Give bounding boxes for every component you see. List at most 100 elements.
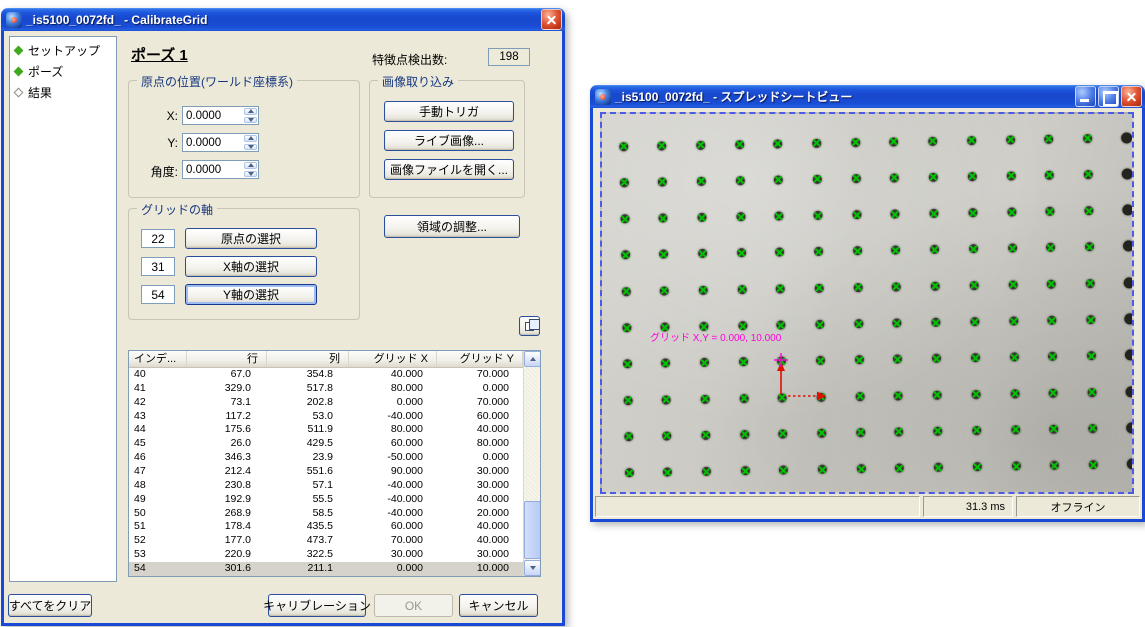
open-image-file-button[interactable]: 画像ファイルを開く... (384, 159, 514, 180)
tree-item[interactable]: ポーズ (12, 61, 114, 82)
title-bar[interactable]: _is5100_0072fd_ - CalibrateGrid (1, 8, 565, 31)
dot-marker-icon (661, 359, 670, 368)
table-row[interactable]: 52177.0473.770.00040.000 (129, 534, 540, 548)
table-row[interactable]: 53220.9322.530.00030.000 (129, 548, 540, 562)
clear-all-button[interactable]: すべてをクリア (8, 594, 92, 617)
dot-marker-icon (697, 213, 706, 222)
table-row[interactable]: 54301.6211.10.00010.000 (129, 562, 540, 576)
dot-marker-icon (969, 244, 978, 253)
grid-dot (702, 467, 711, 476)
spin-up-button[interactable] (244, 162, 257, 169)
grid-dot (968, 172, 977, 181)
window-title: _is5100_0072fd_ - CalibrateGrid (22, 13, 539, 27)
dot-marker-icon (1006, 135, 1015, 144)
dot-marker-icon (773, 139, 782, 148)
copy-table-button[interactable] (519, 316, 540, 336)
table-row[interactable]: 49192.955.5-40.00040.000 (129, 493, 540, 507)
dot-marker-icon (740, 430, 749, 439)
table-cell: 49 (129, 493, 187, 507)
dot-marker-icon (1047, 316, 1056, 325)
grid-dot (853, 283, 862, 292)
column-header-grid-y[interactable]: グリッド Y (437, 351, 523, 367)
grid-dot (852, 210, 861, 219)
table-cell: 30.000 (349, 548, 437, 562)
maximize-button[interactable] (1098, 86, 1119, 107)
spin-down-button[interactable] (244, 117, 257, 124)
dot-marker-icon (853, 283, 862, 292)
tree-item[interactable]: 結果 (12, 82, 114, 103)
calibration-image[interactable]: グリッド X,Y = 0.000, 10.000 (600, 112, 1134, 494)
column-header-row[interactable]: 行 (187, 351, 267, 367)
table-row[interactable]: 4273.1202.80.00070.000 (129, 396, 540, 410)
dot-marker-icon (1009, 353, 1018, 362)
grid-dot (1087, 351, 1096, 360)
grid-dot (1010, 389, 1019, 398)
spin-down-button[interactable] (244, 171, 257, 178)
title-bar[interactable]: _is5100_0072fd_ - スプレッドシートビュー (590, 85, 1145, 108)
dot-marker-icon (892, 282, 901, 291)
y-input[interactable] (182, 133, 244, 152)
column-header-col[interactable]: 列 (267, 351, 349, 367)
close-button[interactable] (1121, 86, 1142, 107)
table-row[interactable]: 51178.4435.560.00040.000 (129, 520, 540, 534)
dot-marker-icon (659, 250, 668, 259)
table-row[interactable]: 46346.323.9-50.0000.000 (129, 451, 540, 465)
table-row[interactable]: 48230.857.1-40.00030.000 (129, 479, 540, 493)
cancel-button[interactable]: キャンセル (459, 594, 538, 617)
dot-marker-icon (1086, 315, 1095, 324)
spin-down-button[interactable] (244, 144, 257, 151)
calibration-button[interactable]: キャリブレーション (268, 594, 366, 617)
table-row[interactable]: 50268.958.5-40.00020.000 (129, 507, 540, 521)
spin-up-button[interactable] (244, 135, 257, 142)
dot-marker-icon (971, 353, 980, 362)
table-cell: 511.9 (267, 423, 349, 437)
grid-dot (891, 246, 900, 255)
table-cell: 40.000 (437, 534, 523, 548)
adjust-region-button[interactable]: 領域の調整... (384, 215, 520, 238)
live-image-button[interactable]: ライブ画像... (384, 130, 514, 151)
table-cell: 43 (129, 410, 187, 424)
table-scrollbar[interactable] (523, 351, 540, 576)
spin-up-button[interactable] (244, 108, 257, 115)
scroll-up-button[interactable] (524, 351, 541, 367)
table-row[interactable]: 44175.6511.980.00040.000 (129, 423, 540, 437)
ok-button[interactable]: OK (374, 594, 453, 617)
grid-dot (929, 173, 938, 182)
dot-marker-icon (697, 177, 706, 186)
dot-marker-icon (663, 468, 672, 477)
grid-dot (853, 246, 862, 255)
dot-marker-icon (1048, 352, 1057, 361)
column-header-index[interactable]: インデ... (129, 351, 187, 367)
minimize-button[interactable] (1075, 86, 1096, 107)
table-row[interactable]: 4526.0429.560.00080.000 (129, 437, 540, 451)
points-table-body: 4067.0354.840.00070.00041329.0517.880.00… (129, 368, 540, 576)
dot-marker-icon (890, 173, 899, 182)
grid-dot (736, 212, 745, 221)
table-row[interactable]: 41329.0517.880.0000.000 (129, 382, 540, 396)
close-button[interactable] (541, 9, 562, 30)
table-cell: 80.000 (349, 423, 437, 437)
grid-dot (851, 138, 860, 147)
scroll-down-button[interactable] (524, 560, 541, 576)
select-y-axis-button[interactable]: Y軸の選択 (185, 284, 317, 305)
grid-xy-annotation: グリッド X,Y = 0.000, 10.000 (650, 329, 781, 344)
grid-dot (895, 427, 904, 436)
table-cell: 329.0 (187, 382, 267, 396)
table-cell: 51 (129, 520, 187, 534)
tree-item[interactable]: セットアップ (12, 40, 114, 61)
grid-dot (972, 426, 981, 435)
angle-input[interactable] (182, 160, 244, 179)
dot-marker-icon (934, 463, 943, 472)
x-input[interactable] (182, 106, 244, 125)
column-header-grid-x[interactable]: グリッド X (349, 351, 437, 367)
table-row[interactable]: 43117.253.0-40.00060.000 (129, 410, 540, 424)
select-origin-button[interactable]: 原点の選択 (185, 228, 317, 249)
manual-trigger-button[interactable]: 手動トリガ (384, 101, 514, 122)
dot-marker-icon (1011, 425, 1020, 434)
scroll-thumb[interactable] (524, 501, 541, 559)
grid-dot (970, 317, 979, 326)
select-x-axis-button[interactable]: X軸の選択 (185, 256, 317, 277)
table-row[interactable]: 47212.4551.690.00030.000 (129, 465, 540, 479)
table-row[interactable]: 4067.0354.840.00070.000 (129, 368, 540, 382)
dot-marker-icon (929, 209, 938, 218)
